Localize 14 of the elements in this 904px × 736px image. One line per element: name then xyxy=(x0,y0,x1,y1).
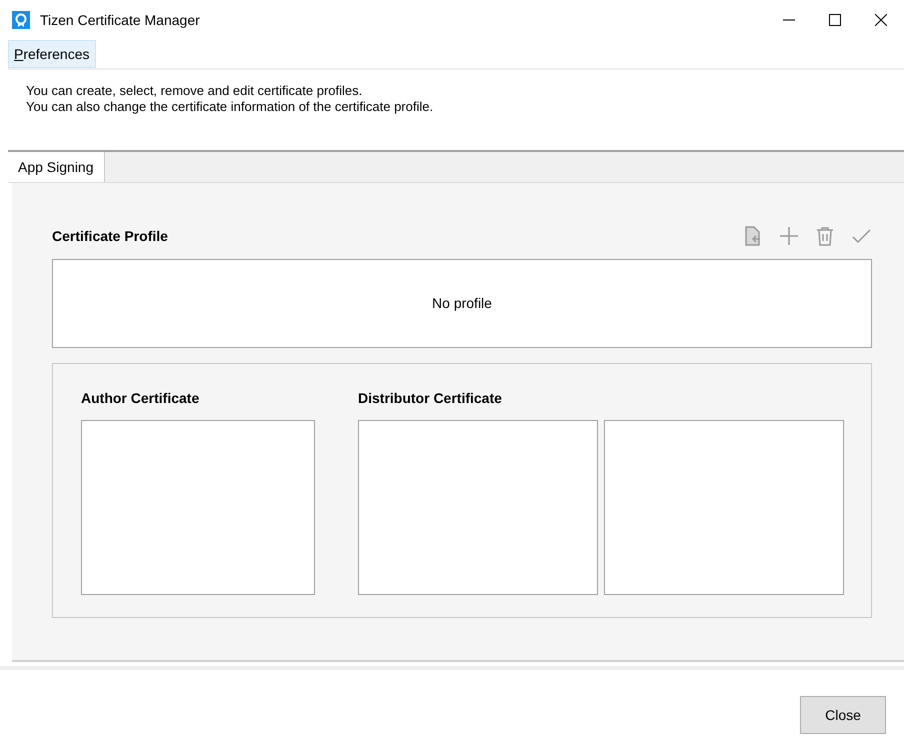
window-title: Tizen Certificate Manager xyxy=(40,10,200,30)
tab[interactable]: App Signing xyxy=(8,152,105,182)
description-text: You can create, select, remove and edit certificate profiles. xyxy=(26,83,364,99)
profile-list[interactable]: No profile xyxy=(52,259,872,348)
menu-item[interactable]: Preferences xyxy=(8,40,96,68)
empty-text: No profile xyxy=(432,294,492,313)
section-title: Author Certificate xyxy=(81,389,200,408)
maximize-icon xyxy=(829,14,841,26)
close-button[interactable]: Close xyxy=(800,696,886,734)
section-title: Certificate Profile xyxy=(52,226,168,246)
section-title: Distributor Certificate xyxy=(358,389,503,408)
app-logo-icon xyxy=(12,11,30,29)
description-text: You can also change the certificate information of the certificate profile. xyxy=(26,99,434,115)
close-icon xyxy=(875,14,887,26)
